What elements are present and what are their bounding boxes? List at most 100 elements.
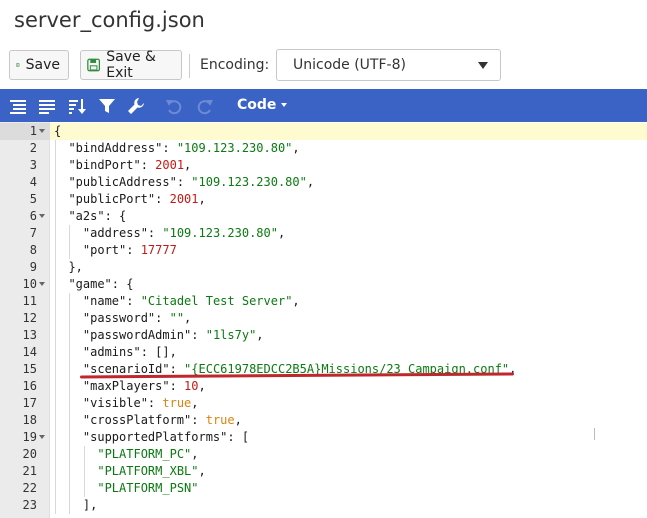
line-number: 21	[22, 464, 37, 478]
indent-guide	[55, 242, 56, 259]
encoding-label: Encoding:	[200, 57, 270, 73]
save-label: Save	[25, 57, 60, 73]
code-token: true	[162, 396, 192, 410]
line-number: 6	[29, 209, 37, 223]
code-line[interactable]: 11 "name": "Citadel Test Server",	[0, 293, 647, 310]
code-line[interactable]: 6 "a2s": {	[0, 208, 647, 225]
fold-toggle-icon[interactable]	[39, 435, 45, 439]
line-number: 3	[29, 158, 37, 172]
indent-guide	[55, 378, 56, 395]
code-token: :	[191, 328, 206, 342]
indent-guide	[55, 174, 56, 191]
code-token: "passwordAdmin"	[82, 328, 192, 342]
save-button[interactable]: Save	[9, 50, 69, 80]
code-line[interactable]: 3 "bindPort": 2001,	[0, 157, 647, 174]
code-line[interactable]: 5 "publicPort": 2001,	[0, 191, 647, 208]
code-token: :	[126, 243, 141, 257]
mode-label: Code	[237, 97, 277, 113]
indent-guide	[55, 157, 56, 174]
line-number: 17	[22, 396, 37, 410]
compact-icon[interactable]	[38, 97, 56, 115]
code-token: "admins"	[82, 345, 141, 359]
code-token: ,	[292, 141, 300, 155]
code-token: : {	[104, 209, 127, 223]
code-line[interactable]: 12 "password": "",	[0, 310, 647, 327]
repair-icon[interactable]	[127, 97, 145, 115]
code-editor[interactable]: 1{2 "bindAddress": "109.123.230.80", 3 "bin…	[0, 122, 647, 518]
code-text: "game": {	[68, 276, 133, 293]
code-token: ,	[198, 464, 206, 478]
code-text: "bindPort": 2001,	[68, 157, 191, 174]
encoding-select[interactable]: Unicode (UTF-8)	[276, 49, 501, 81]
line-number: 11	[22, 294, 37, 308]
indent-guide	[83, 446, 85, 463]
save-and-exit-button[interactable]: Save & Exit	[80, 49, 182, 81]
code-line[interactable]: 14 "admins": [],	[0, 344, 647, 361]
line-number: 14	[22, 345, 37, 359]
indent-guide	[69, 463, 71, 480]
code-line[interactable]: 13 "passwordAdmin": "1ls7y",	[0, 327, 647, 344]
filter-icon[interactable]	[98, 97, 116, 115]
indent-guide	[55, 429, 56, 446]
code-token: : [	[227, 430, 250, 444]
code-line[interactable]: 21 "PLATFORM_XBL",	[0, 463, 647, 480]
code-token: 17777	[140, 243, 177, 257]
code-line[interactable]: 20 "PLATFORM_PC",	[0, 446, 647, 463]
toolbar-divider	[189, 54, 190, 78]
indent-guide	[69, 446, 71, 463]
code-line[interactable]: 7 "address": "109.123.230.80",	[0, 225, 647, 242]
code-text: "visible": true,	[83, 395, 199, 412]
indent-guide	[69, 310, 71, 327]
indent-guide	[55, 208, 56, 225]
indent-guide	[69, 429, 71, 446]
redo-icon[interactable]	[196, 97, 214, 115]
code-token: "maxPlayers"	[82, 379, 170, 393]
indent-guide	[55, 446, 56, 463]
undo-icon[interactable]	[165, 97, 183, 115]
indent-guide	[55, 344, 56, 361]
code-line[interactable]: 23],	[0, 497, 647, 514]
code-token: :	[169, 379, 185, 393]
code-line[interactable]: 10 "game": {	[0, 276, 647, 293]
code-line[interactable]: 4 "publicAddress": "109.123.230.80",	[0, 174, 647, 191]
code-token: "password"	[82, 311, 156, 325]
line-number: 10	[22, 277, 37, 291]
indent-guide	[69, 412, 71, 429]
dropdown-arrow-icon	[478, 62, 488, 69]
code-line[interactable]: 1{	[0, 123, 647, 140]
save-icon	[16, 63, 20, 67]
code-line[interactable]: 8 "port": 17777	[0, 242, 647, 259]
code-token: 10	[184, 379, 199, 393]
mode-selector[interactable]: Code	[237, 97, 288, 113]
indent-guide	[55, 191, 56, 208]
code-text: "maxPlayers": 10,	[83, 378, 206, 395]
code-token: : [],	[140, 345, 177, 359]
code-token: ,	[234, 413, 242, 427]
code-line[interactable]: 17 "visible": true,	[0, 395, 647, 412]
code-token: :	[176, 175, 192, 189]
toolbar: Save Save & Exit Encoding: Unicode (UTF-…	[0, 44, 647, 84]
code-line[interactable]: 9},	[0, 259, 647, 276]
sort-icon[interactable]	[68, 97, 86, 115]
save-exit-icon	[87, 58, 101, 72]
fold-toggle-icon[interactable]	[39, 282, 45, 286]
code-text: "supportedPlatforms": [	[83, 429, 249, 446]
code-line[interactable]: 16 "maxPlayers": 10,	[0, 378, 647, 395]
caret-down-icon	[281, 103, 288, 107]
code-token: ""	[169, 311, 185, 325]
code-line[interactable]: 2 "bindAddress": "109.123.230.80",	[0, 140, 647, 157]
code-line[interactable]: 22 "PLATFORM_PSN"	[0, 480, 647, 497]
fold-toggle-icon[interactable]	[39, 214, 45, 218]
code-text: "a2s": {	[68, 208, 126, 225]
code-text: ],	[83, 497, 97, 514]
indent-guide	[55, 140, 56, 157]
code-text: "port": 17777	[83, 242, 177, 259]
code-token: "supportedPlatforms"	[82, 430, 228, 444]
code-text: "publicAddress": "109.123.230.80",	[68, 174, 314, 191]
code-line[interactable]: 19 "supportedPlatforms": [	[0, 429, 647, 446]
code-line[interactable]: 18 "crossPlatform": true,	[0, 412, 647, 429]
line-number: 16	[22, 379, 37, 393]
code-token: ,	[198, 379, 206, 393]
fold-toggle-icon[interactable]	[39, 129, 45, 133]
format-icon[interactable]	[9, 97, 27, 115]
